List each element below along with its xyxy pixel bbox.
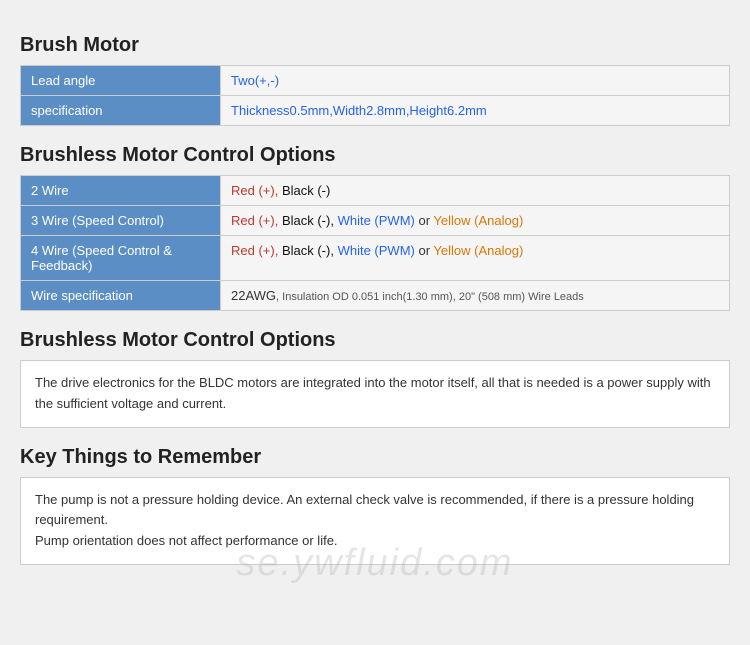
3wire-value: Red (+), Black (-), White (PWM) or Yello… (221, 206, 730, 236)
specification-value: Thickness0.5mm,Width2.8mm,Height6.2mm (221, 96, 730, 126)
brushless-control-table: 2 Wire Red (+), Black (-) 3 Wire (Speed … (20, 175, 730, 311)
2wire-value: Red (+), Black (-) (221, 176, 730, 206)
or-text: or (418, 243, 433, 258)
or-text: or (418, 213, 433, 228)
wire-spec-value: 22AWG, Insulation OD 0.051 inch(1.30 mm)… (221, 281, 730, 311)
key-things-title: Key Things to Remember (20, 446, 730, 469)
yellow-text: Yellow (Analog) (433, 243, 523, 258)
4wire-value: Red (+), Black (-), White (PWM) or Yello… (221, 236, 730, 281)
brush-motor-title: Brush Motor (20, 34, 730, 57)
wire-spec-label: Wire specification (21, 281, 221, 311)
key-things-line-1: The pump is not a pressure holding devic… (35, 490, 715, 532)
table-row: 2 Wire Red (+), Black (-) (21, 176, 730, 206)
table-row: 4 Wire (Speed Control & Feedback) Red (+… (21, 236, 730, 281)
table-row: specification Thickness0.5mm,Width2.8mm,… (21, 96, 730, 126)
table-row: Lead angle Two(+,-) (21, 66, 730, 96)
yellow-text: Yellow (Analog) (433, 213, 523, 228)
black-text: Black (-), (282, 243, 334, 258)
brush-motor-table: Lead angle Two(+,-) specification Thickn… (20, 65, 730, 126)
black-text: Black (-) (282, 183, 330, 198)
key-things-box: The pump is not a pressure holding devic… (20, 477, 730, 565)
specification-label: specification (21, 96, 221, 126)
wire-spec-big: 22AWG (231, 288, 276, 303)
blue-text: White (PWM) (338, 243, 415, 258)
table-row: 3 Wire (Speed Control) Red (+), Black (-… (21, 206, 730, 236)
key-things-line-2: Pump orientation does not affect perform… (35, 531, 715, 552)
4wire-label: 4 Wire (Speed Control & Feedback) (21, 236, 221, 281)
3wire-label: 3 Wire (Speed Control) (21, 206, 221, 236)
brushless-desc-box: The drive electronics for the BLDC motor… (20, 360, 730, 428)
wire-spec-small: , Insulation OD 0.051 inch(1.30 mm), 20"… (276, 291, 584, 303)
lead-angle-label: Lead angle (21, 66, 221, 96)
table-row: Wire specification 22AWG, Insulation OD … (21, 281, 730, 311)
red-text: Red (+), (231, 183, 278, 198)
2wire-label: 2 Wire (21, 176, 221, 206)
blue-text: White (PWM) (338, 213, 415, 228)
red-text: Red (+), (231, 213, 278, 228)
red-text: Red (+), (231, 243, 278, 258)
brushless-control-table-title: Brushless Motor Control Options (20, 144, 730, 167)
brushless-desc-text: The drive electronics for the BLDC motor… (35, 373, 715, 415)
lead-angle-value: Two(+,-) (221, 66, 730, 96)
brushless-desc-title: Brushless Motor Control Options (20, 329, 730, 352)
black-text: Black (-), (282, 213, 334, 228)
